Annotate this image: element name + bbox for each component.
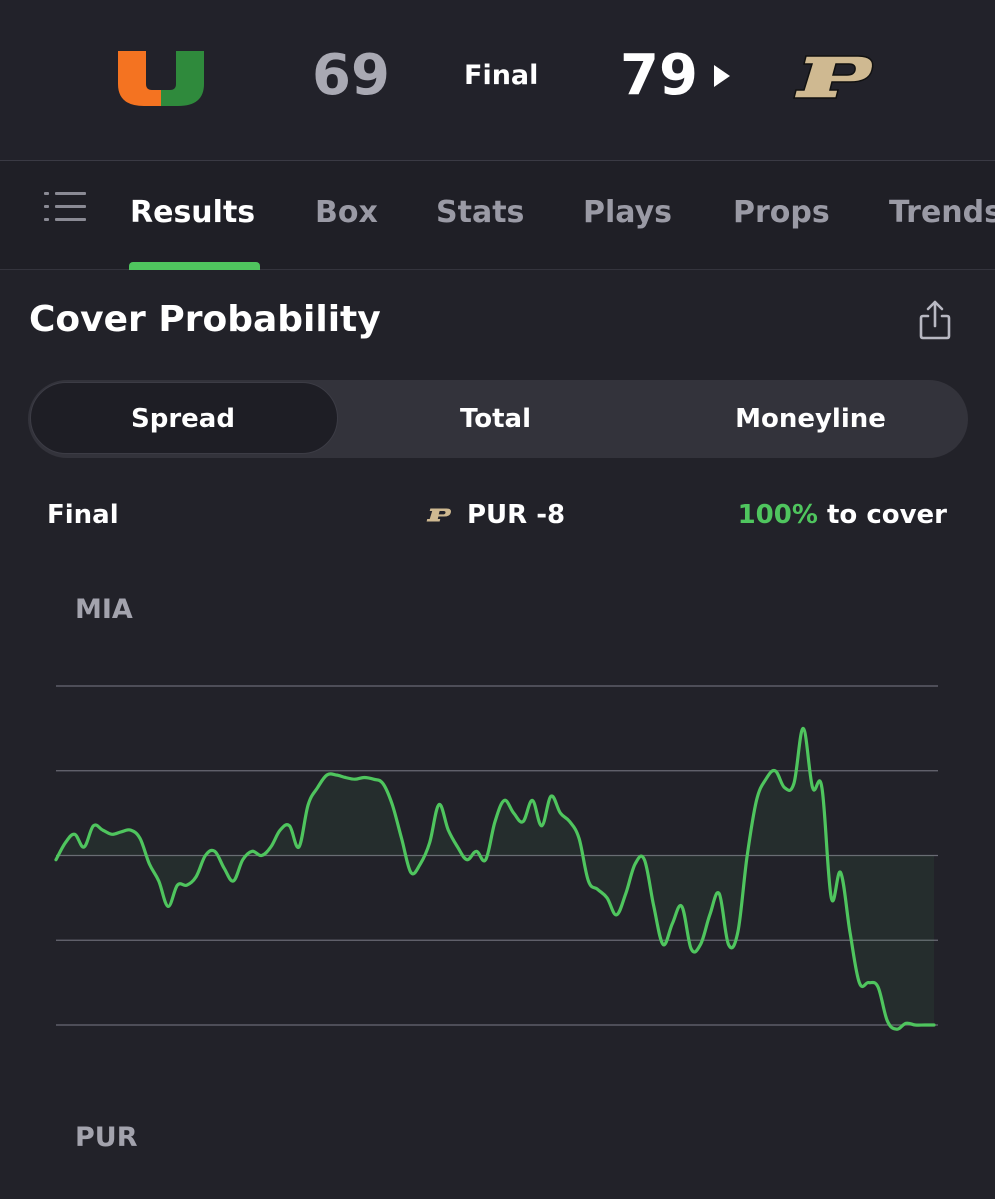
chart-area-fill: [56, 728, 934, 1030]
cover-probability-chart: [54, 685, 938, 1031]
